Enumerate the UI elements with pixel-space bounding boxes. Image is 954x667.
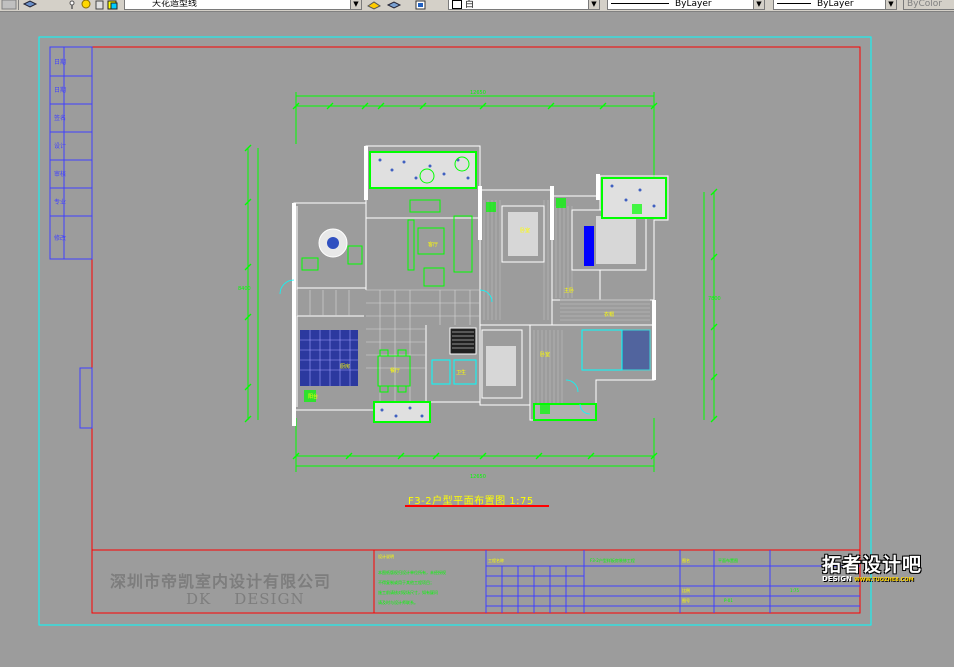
chevron-down-icon: ▼ [885, 0, 896, 9]
svg-text:专业: 专业 [54, 198, 66, 206]
plan-title: F3-2户型平面布置图 1:75 [408, 496, 534, 507]
svg-text:修改: 修改 [54, 234, 66, 242]
lineweight-dropdown-value: ByLayer [817, 0, 854, 9]
svg-text:主卧: 主卧 [564, 287, 574, 294]
svg-text:本图纸版权归设计单位所有，未经授权: 本图纸版权归设计单位所有，未经授权 [378, 569, 446, 575]
svg-text:图号: 图号 [682, 597, 690, 603]
svg-text:7800: 7800 [708, 296, 721, 302]
layer-dropdown-value: 天花造型线 [152, 0, 198, 9]
plotstyle-dropdown-value: ByColor [907, 0, 942, 9]
plotstyle-dropdown[interactable]: ByColor [903, 0, 954, 10]
layer-dropdown[interactable]: 天花造型线 ▼ [124, 0, 362, 10]
svg-text:12650: 12650 [470, 90, 486, 96]
properties-toolbar: 天花造型线 ▼ 白 ▼ ByLayer ▼ ByLayer ▼ ByColor [0, 0, 954, 12]
dimension-values: 12650 12650 8400 7800 [238, 90, 721, 480]
svg-text:衣帽: 衣帽 [604, 311, 614, 318]
svg-text:客厅: 客厅 [428, 241, 438, 248]
svg-text:审核: 审核 [54, 170, 66, 178]
watermark-en-text: DESIGN [822, 575, 852, 583]
layer-manager-icon[interactable] [0, 0, 40, 10]
svg-text:比例: 比例 [682, 587, 690, 593]
svg-text:8400: 8400 [238, 286, 251, 292]
chevron-down-icon: ▼ [753, 0, 764, 9]
company-name: 深圳市帝凯室内设计有限公司 [110, 572, 332, 591]
color-dropdown-value: 白 [465, 0, 475, 10]
model-space-canvas[interactable]: 日期 日期 签名 设计 审核 专业 修改 12650 12650 8400 7800 [0, 12, 954, 667]
svg-text:12650: 12650 [470, 474, 486, 480]
company-en-name: DK DESIGN [186, 590, 305, 608]
svg-text:签名: 签名 [54, 114, 66, 122]
lineweight-dropdown[interactable]: ByLayer ▼ [773, 0, 897, 10]
svg-text:施工前请核对现场尺寸，如有疑问: 施工前请核对现场尺寸，如有疑问 [378, 589, 438, 595]
title-block-notes: 设计说明 本图纸版权归设计单位所有，未经授权 不得复制或用于其他工程项目； 施工… [378, 553, 799, 605]
chevron-down-icon: ▼ [588, 0, 599, 9]
svg-text:请及时与设计师联系。: 请及时与设计师联系。 [378, 599, 418, 605]
rugs [486, 212, 636, 386]
linetype-dropdown-value: ByLayer [675, 0, 712, 9]
svg-text:卧室: 卧室 [540, 351, 550, 358]
svg-text:工程名称: 工程名称 [488, 557, 504, 563]
color-swatch [452, 0, 462, 9]
title-block-grid [485, 550, 860, 613]
layer-tools-icons[interactable] [364, 0, 440, 10]
dimension-lines [247, 92, 715, 472]
linetype-dropdown[interactable]: ByLayer ▼ [607, 0, 765, 10]
svg-text:不得复制或用于其他工程项目；: 不得复制或用于其他工程项目； [378, 579, 434, 585]
round-table [301, 228, 363, 271]
svg-text:厨房: 厨房 [340, 363, 350, 370]
svg-text:卫生: 卫生 [456, 369, 466, 376]
watermark-en: DESIGN WWW.TUOZHE8.COM [822, 575, 952, 585]
svg-text:设计说明: 设计说明 [378, 553, 394, 559]
watermark-url: WWW.TUOZHE8.COM [854, 577, 914, 583]
svg-text:卧室: 卧室 [520, 227, 530, 234]
layer-state-icons[interactable] [64, 0, 124, 10]
svg-text:设计: 设计 [54, 142, 66, 150]
svg-text:P-01: P-01 [724, 598, 733, 603]
svg-text:阳台: 阳台 [308, 393, 318, 400]
svg-text:图名: 图名 [682, 557, 690, 563]
linetype-sample [611, 3, 669, 4]
master-bed-headboard [584, 226, 594, 266]
lineweight-sample [777, 3, 811, 4]
svg-text:餐厅: 餐厅 [390, 367, 400, 374]
dimension-ticks [244, 102, 718, 460]
svg-text:1:75: 1:75 [790, 588, 799, 593]
svg-text:日期: 日期 [54, 58, 66, 66]
svg-text:F3-2户型样板房装修工程: F3-2户型样板房装修工程 [590, 557, 635, 563]
chevron-down-icon: ▼ [350, 0, 361, 9]
svg-text:平面布置图: 平面布置图 [718, 557, 738, 563]
kitchen-tiles [300, 330, 358, 386]
watermark-cn: 拓者设计吧 [822, 554, 923, 576]
color-dropdown[interactable]: 白 ▼ [448, 0, 600, 10]
watermark-logo: 拓者设计吧 DESIGN WWW.TUOZHE8.COM [822, 555, 952, 585]
svg-text:日期: 日期 [54, 86, 66, 94]
